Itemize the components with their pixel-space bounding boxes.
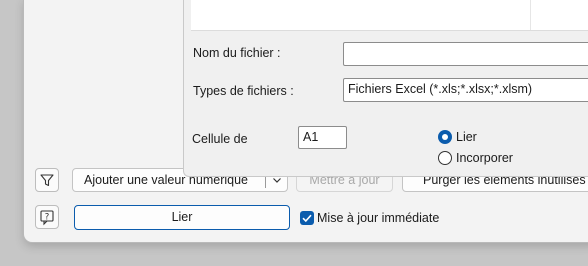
file-list-pane[interactable]: [191, 0, 588, 31]
radio-link[interactable]: [438, 130, 452, 144]
radio-embed-label: Incorporer: [456, 151, 513, 165]
file-name-label: Nom du fichier :: [193, 46, 281, 60]
link-button-label: Lier: [171, 210, 193, 224]
column-divider: [530, 0, 531, 30]
radio-embed[interactable]: [438, 151, 452, 165]
help-button[interactable]: ?: [35, 205, 59, 229]
cell-input[interactable]: A1: [298, 126, 347, 149]
help-icon: ?: [40, 210, 54, 226]
filter-button[interactable]: [35, 168, 59, 192]
checkmark-icon: [302, 214, 312, 223]
file-types-label: Types de fichiers :: [193, 84, 294, 98]
radio-link-label: Lier: [456, 130, 477, 144]
auto-update-label: Mise à jour immédiate: [317, 211, 440, 225]
auto-update-checkbox[interactable]: [300, 211, 314, 225]
svg-text:?: ?: [45, 213, 50, 223]
cell-label: Cellule de: [192, 132, 248, 146]
file-name-input[interactable]: [343, 42, 588, 66]
funnel-icon: [40, 174, 54, 187]
file-types-select[interactable]: Fichiers Excel (*.xls;*.xlsx;*.xlsm): [343, 78, 588, 102]
link-button[interactable]: Lier: [74, 205, 290, 230]
